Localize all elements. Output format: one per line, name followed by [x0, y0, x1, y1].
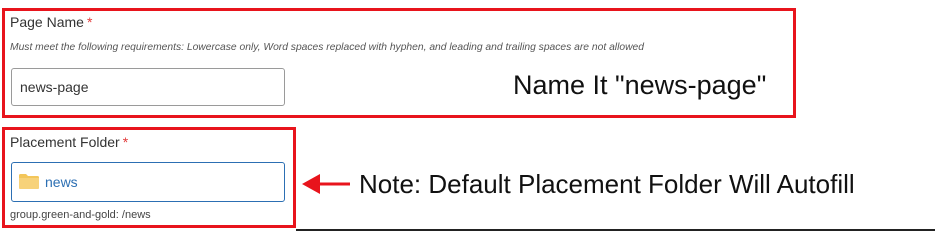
page-name-input[interactable]: news-page	[11, 68, 285, 106]
placement-folder-label: Placement Folder *	[10, 134, 129, 150]
page-name-label: Page Name *	[10, 14, 93, 30]
divider-line	[296, 229, 935, 231]
placement-folder-chooser[interactable]: news	[11, 162, 285, 202]
placement-folder-path: group.green-and-gold: /news	[10, 209, 151, 221]
placement-folder-value: news	[45, 174, 78, 190]
page-name-annotation: Name It "news-page"	[513, 70, 767, 100]
page-name-help-text: Must meet the following requirements: Lo…	[10, 42, 644, 53]
placement-folder-note: Note: Default Placement Folder Will Auto…	[359, 169, 855, 199]
required-asterisk: *	[122, 134, 129, 150]
required-asterisk: *	[86, 14, 93, 30]
folder-icon	[19, 174, 39, 189]
left-arrow-icon	[302, 174, 350, 194]
